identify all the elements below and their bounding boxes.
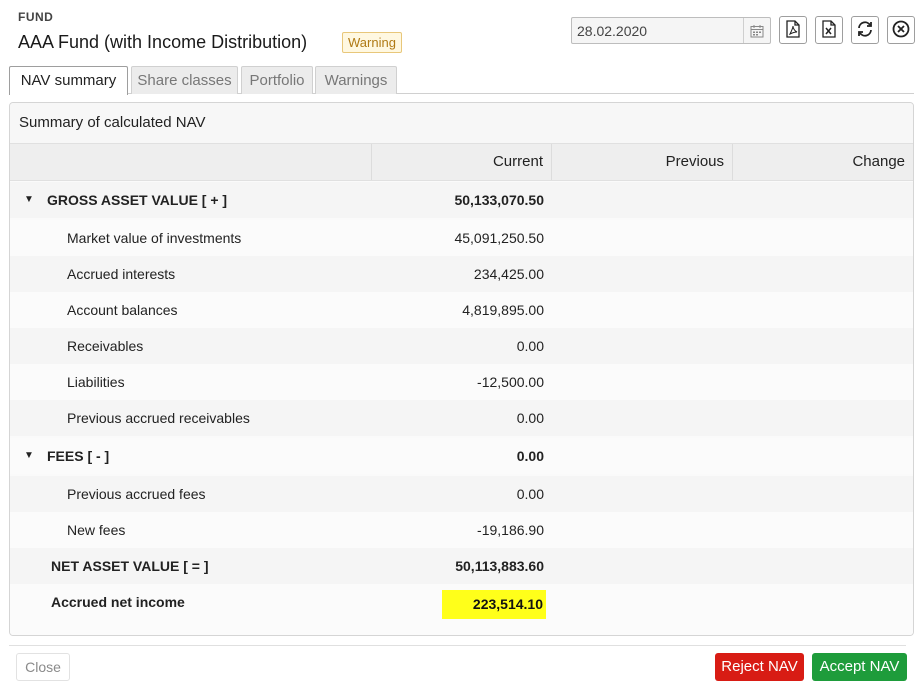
row-label: GROSS ASSET VALUE [ + ] [47,192,228,208]
row-label: Liabilities [67,374,125,390]
excel-icon [821,19,837,41]
export-excel-button[interactable] [815,16,843,44]
row-label: FEES [ - ] [47,448,110,464]
tab-warnings[interactable]: Warnings [315,66,397,94]
panel-title: Summary of calculated NAV [10,103,913,143]
entity-type-label: FUND [18,10,54,24]
table-row: Account balances 4,819,895.00 [10,292,913,328]
column-header-label [10,144,371,180]
table-row: New fees -19,186.90 [10,512,913,548]
accrued-net-income-value: 223,514.10 [472,596,543,612]
row-current-value: 234,425.00 [473,266,544,282]
tab-portfolio[interactable]: Portfolio [241,66,313,94]
row-current-value: 50,113,883.60 [455,558,544,574]
close-circle-icon [892,20,910,41]
column-header-current: Current [371,144,551,180]
table-row: Previous accrued fees 0.00 [10,476,913,512]
calendar-icon[interactable] [743,18,770,43]
row-label: NET ASSET VALUE [ = ] [51,558,209,574]
table-row-group[interactable]: ▼ GROSS ASSET VALUE [ + ] 50,133,070.50 [10,182,913,218]
fund-title: AAA Fund (with Income Distribution) [18,32,308,52]
row-label: Receivables [67,338,144,354]
table-row: Market value of investments 45,091,250.5… [10,220,913,256]
collapse-caret-icon[interactable]: ▼ [24,438,36,474]
row-current-value: 0.00 [516,338,544,354]
nav-date-picker[interactable] [571,17,771,44]
footer-divider [9,645,906,646]
row-current-value: 0.00 [516,448,544,464]
export-pdf-button[interactable] [779,16,807,44]
close-button[interactable]: Close [16,653,70,681]
row-current-value: -12,500.00 [477,374,544,390]
table-row-group[interactable]: ▼ FEES [ - ] 0.00 [10,438,913,474]
reject-nav-button[interactable]: Reject NAV [715,653,804,681]
collapse-caret-icon[interactable]: ▼ [24,182,36,218]
tab-share-classes[interactable]: Share classes [131,66,238,94]
row-label: Previous accrued fees [67,486,206,502]
row-label: New fees [67,522,126,538]
table-header: Current Previous Change [10,143,913,181]
row-label: Previous accrued receivables [67,410,250,426]
refresh-icon [856,20,874,41]
row-current-value: 0.00 [516,410,544,426]
table-row: Receivables 0.00 [10,328,913,364]
table-row: Accrued interests 234,425.00 [10,256,913,292]
table-row-total: NET ASSET VALUE [ = ] 50,113,883.60 [10,548,913,584]
pdf-icon [785,19,801,41]
accept-nav-button[interactable]: Accept NAV [812,653,907,681]
row-label: Accrued net income [51,594,185,610]
table-row: Liabilities -12,500.00 [10,364,913,400]
row-current-value: 0.00 [516,486,544,502]
row-current-value: 45,091,250.50 [454,230,544,246]
refresh-button[interactable] [851,16,879,44]
tab-nav-summary[interactable]: NAV summary [9,66,128,95]
tab-bar: NAV summary Share classes Portfolio Warn… [9,66,914,95]
table-row: Previous accrued receivables 0.00 [10,400,913,436]
warning-badge: Warning [342,32,402,53]
nav-summary-panel: Summary of calculated NAV Current Previo… [9,102,914,636]
nav-date-input[interactable] [572,18,744,43]
column-header-previous: Previous [551,144,732,180]
row-current-value: 4,819,895.00 [462,302,544,318]
column-header-change: Change [732,144,913,180]
row-label: Account balances [67,302,178,318]
row-label: Accrued interests [67,266,176,282]
row-current-value: -19,186.90 [477,522,544,538]
close-window-button[interactable] [887,16,915,44]
row-label: Market value of investments [67,230,242,246]
row-current-value: 50,133,070.50 [454,192,544,208]
